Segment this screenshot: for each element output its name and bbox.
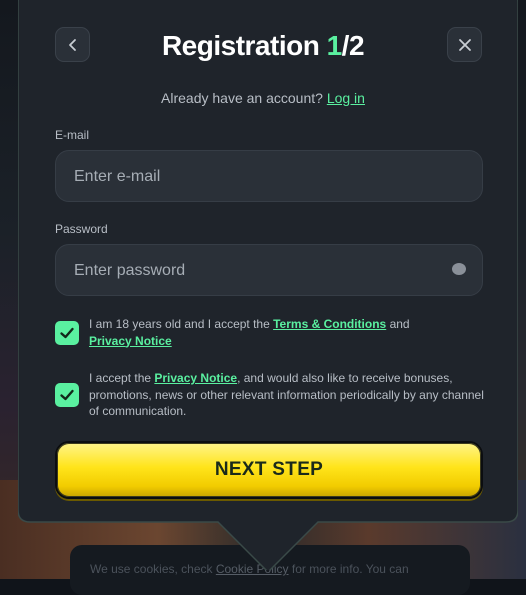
marketing-consent-text: I accept the Privacy Notice, and would a… xyxy=(89,371,484,418)
terms-conditions-link[interactable]: Terms & Conditions xyxy=(273,317,386,331)
password-input[interactable] xyxy=(72,245,436,297)
step-current: 1 xyxy=(326,30,343,61)
email-input[interactable] xyxy=(72,151,436,203)
next-step-label: NEXT STEP xyxy=(214,459,324,480)
email-label: E-mail xyxy=(55,128,90,142)
marketing-consent-checkbox[interactable] xyxy=(55,383,79,407)
next-step-button[interactable]: NEXT STEP xyxy=(55,441,483,499)
age-terms-consent-text: I am 18 years old and I accept the Terms… xyxy=(89,317,410,348)
login-link[interactable]: Log in xyxy=(327,90,365,106)
privacy-notice-link[interactable]: Privacy Notice xyxy=(154,371,237,385)
password-field[interactable] xyxy=(55,244,483,297)
checkmark-icon xyxy=(60,389,74,401)
password-label: Password xyxy=(55,222,108,236)
checkmark-icon xyxy=(60,327,74,339)
email-field[interactable] xyxy=(55,150,483,203)
account-prompt: Already have an account? Log in xyxy=(161,90,365,106)
modal-title: Registration 1/2 xyxy=(161,30,365,61)
step-total: /2 xyxy=(341,30,365,61)
privacy-notice-link[interactable]: Privacy Notice xyxy=(89,334,172,348)
age-terms-checkbox[interactable] xyxy=(55,321,79,345)
show-password-icon[interactable] xyxy=(452,263,466,275)
